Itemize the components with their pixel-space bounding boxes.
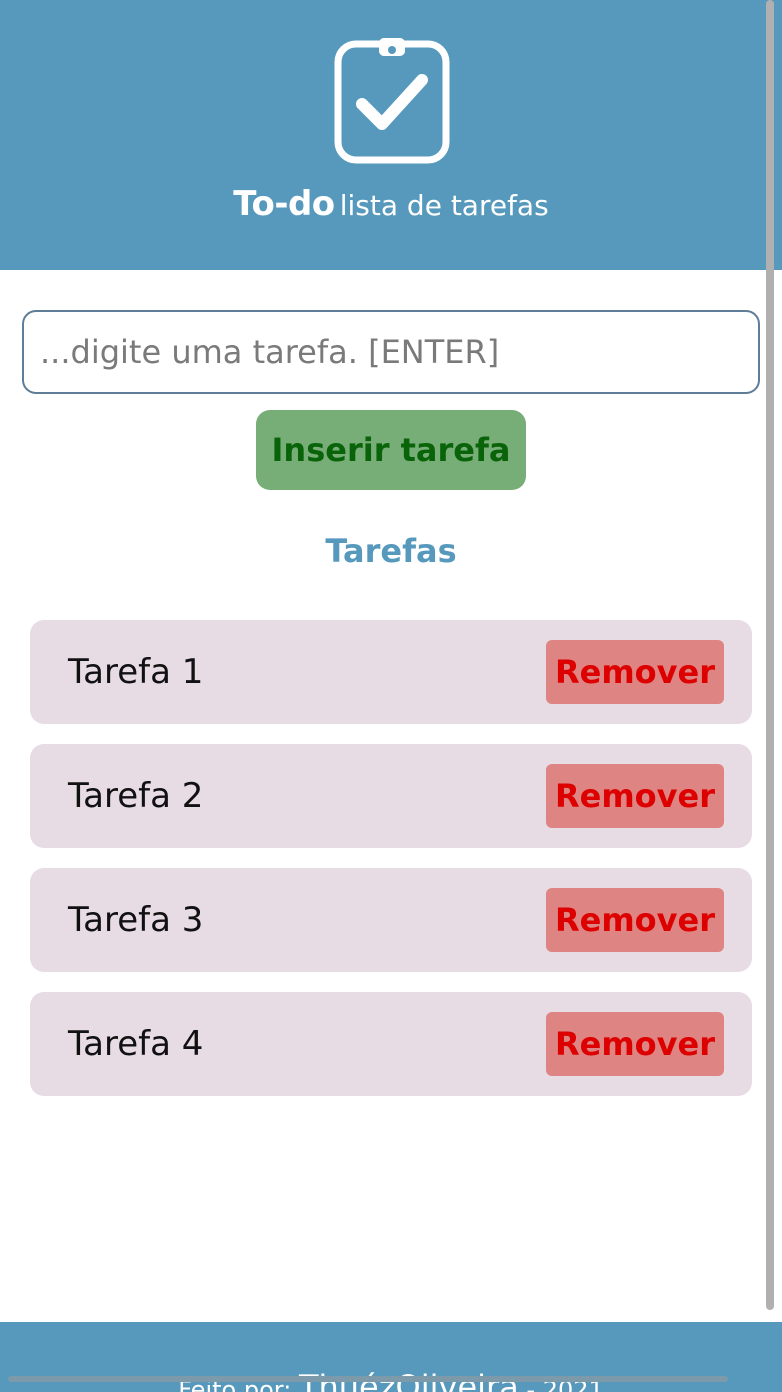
vertical-scrollbar-thumb[interactable] (766, 0, 774, 1310)
task-label: Tarefa 3 (68, 900, 204, 940)
task-item: Tarefa 4 Remover (30, 992, 752, 1096)
app-header: To-do lista de tarefas (0, 0, 782, 270)
remove-task-button[interactable]: Remover (546, 640, 724, 704)
tasks-heading: Tarefas (325, 532, 457, 570)
task-label: Tarefa 2 (68, 776, 204, 816)
insert-task-button[interactable]: Inserir tarefa (256, 410, 526, 490)
remove-task-button[interactable]: Remover (546, 764, 724, 828)
remove-task-button[interactable]: Remover (546, 1012, 724, 1076)
task-label: Tarefa 4 (68, 1024, 204, 1064)
horizontal-scrollbar[interactable] (8, 1376, 728, 1382)
task-item: Tarefa 2 Remover (30, 744, 752, 848)
task-item: Tarefa 1 Remover (30, 620, 752, 724)
remove-task-button[interactable]: Remover (546, 888, 724, 952)
task-list: Tarefa 1 Remover Tarefa 2 Remover Tarefa… (30, 620, 752, 1116)
app-title-subtitle: lista de tarefas (339, 189, 549, 222)
app-title-strong: To-do (233, 184, 335, 224)
task-input[interactable] (22, 310, 760, 394)
task-item: Tarefa 3 Remover (30, 868, 752, 972)
app-footer: Feito por: ThuézOliveira - 2021 (0, 1322, 782, 1392)
clipboard-check-icon (334, 38, 450, 164)
app-title: To-do lista de tarefas (0, 184, 782, 224)
task-label: Tarefa 1 (68, 652, 204, 692)
